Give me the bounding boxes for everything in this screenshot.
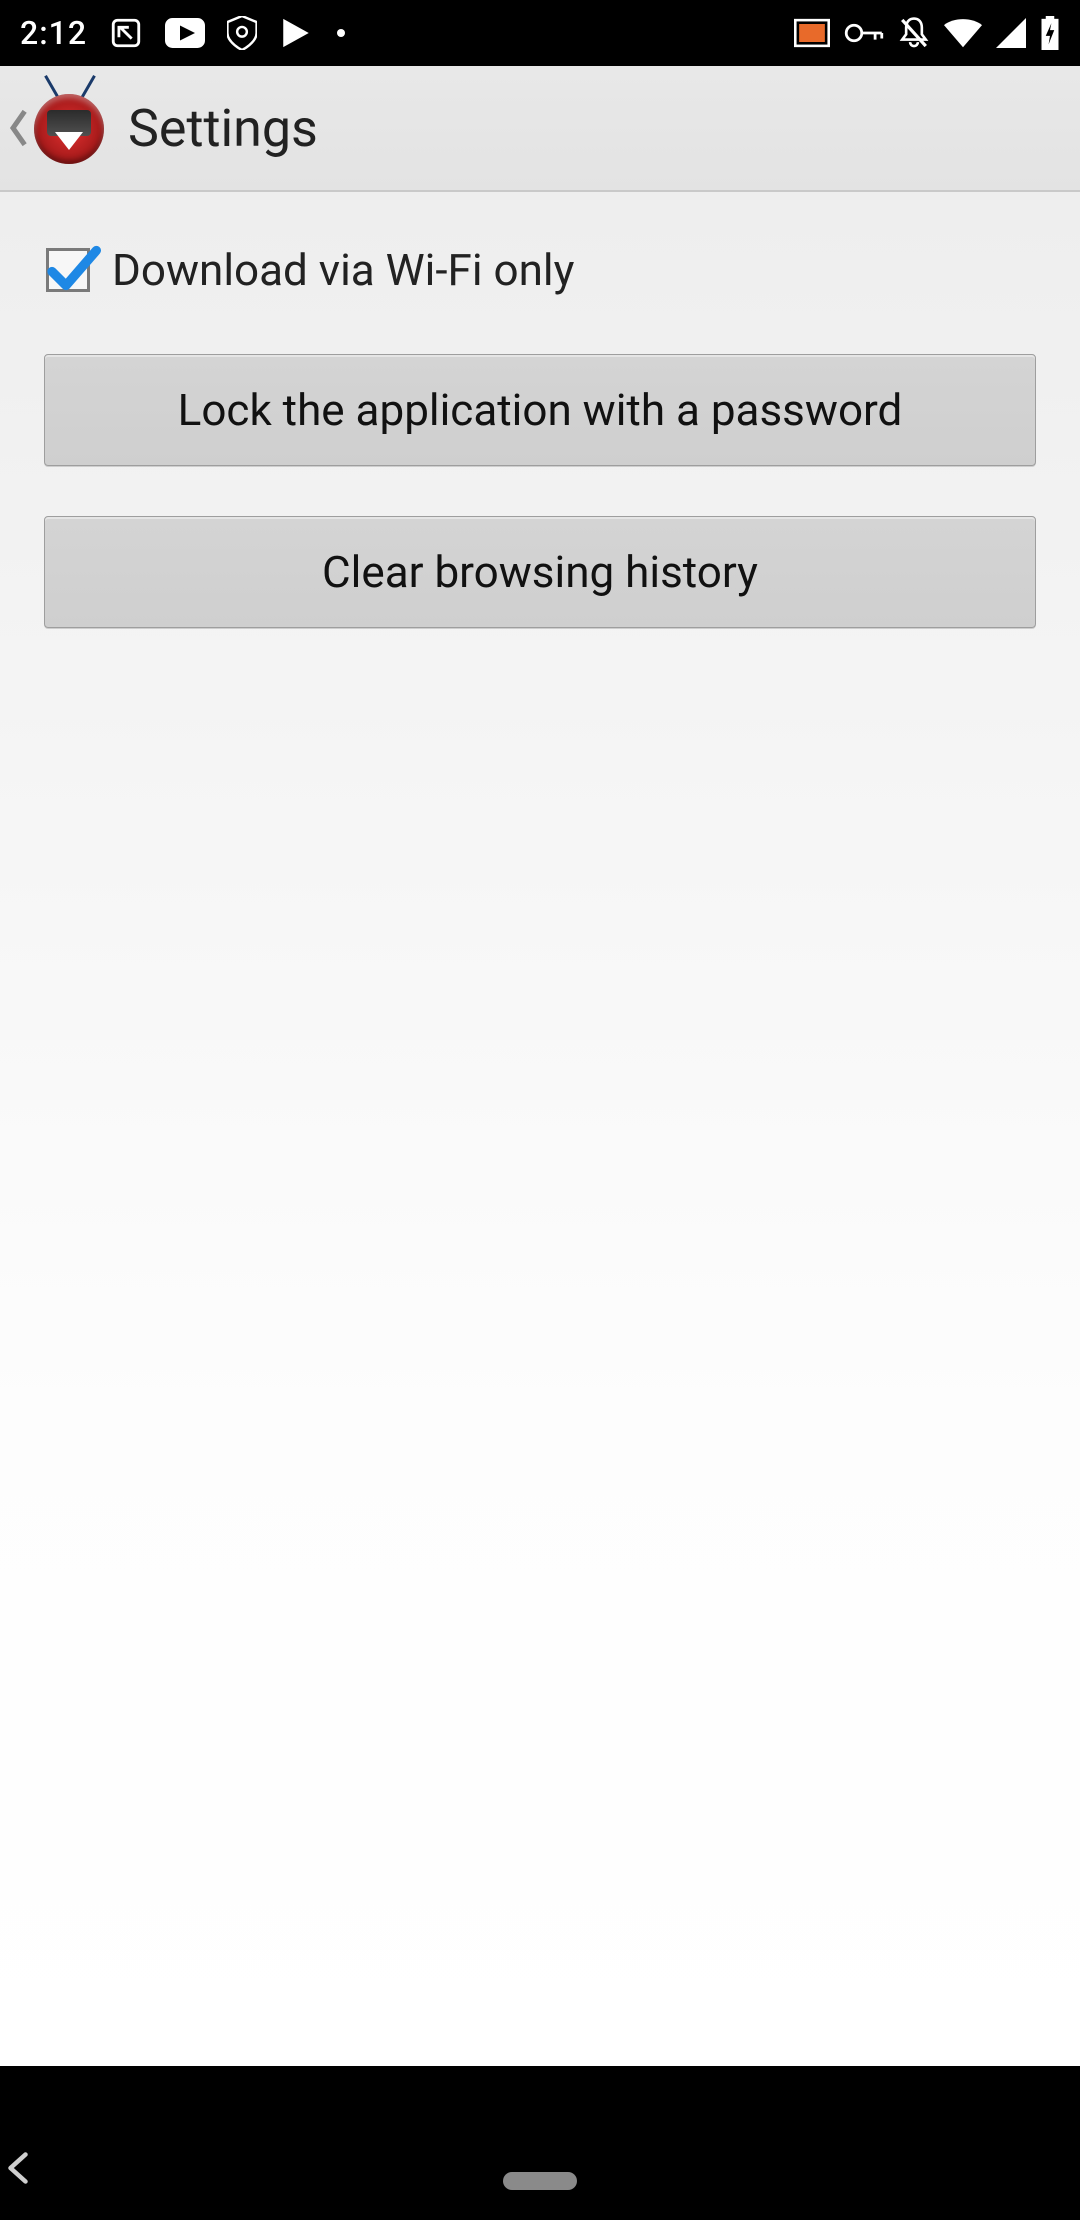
back-button[interactable] [6, 66, 30, 190]
wifi-only-row[interactable]: Download via Wi-Fi only [44, 244, 1036, 296]
youtube-icon [165, 18, 205, 48]
dot-icon [335, 27, 347, 39]
status-right-group [794, 16, 1060, 50]
screenshot-icon [109, 16, 143, 50]
shield-icon [227, 16, 257, 50]
play-store-icon [279, 16, 313, 50]
dnd-icon [898, 16, 930, 50]
wifi-icon [944, 18, 982, 48]
status-bar: 2:12 [0, 0, 1080, 66]
battery-charging-icon [1040, 16, 1060, 50]
nav-home-pill[interactable] [503, 2172, 577, 2190]
nav-back-button[interactable] [0, 2150, 48, 2190]
wifi-only-label: Download via Wi-Fi only [112, 244, 574, 296]
action-bar: Settings [0, 66, 1080, 192]
navigation-bar [0, 2066, 1080, 2220]
app-icon [30, 88, 110, 168]
settings-content: Download via Wi-Fi only Lock the applica… [0, 192, 1080, 2066]
clear-history-button[interactable]: Clear browsing history [44, 516, 1036, 628]
page-title: Settings [128, 98, 318, 159]
status-left-group: 2:12 [20, 14, 347, 52]
clear-history-label: Clear browsing history [322, 546, 758, 598]
signal-icon [996, 18, 1026, 48]
wifi-only-checkbox[interactable] [46, 248, 90, 292]
lock-password-button[interactable]: Lock the application with a password [44, 354, 1036, 466]
cast-icon [794, 18, 830, 48]
status-time: 2:12 [20, 14, 87, 52]
check-icon [45, 243, 101, 293]
key-icon [844, 22, 884, 44]
lock-password-label: Lock the application with a password [178, 384, 903, 436]
